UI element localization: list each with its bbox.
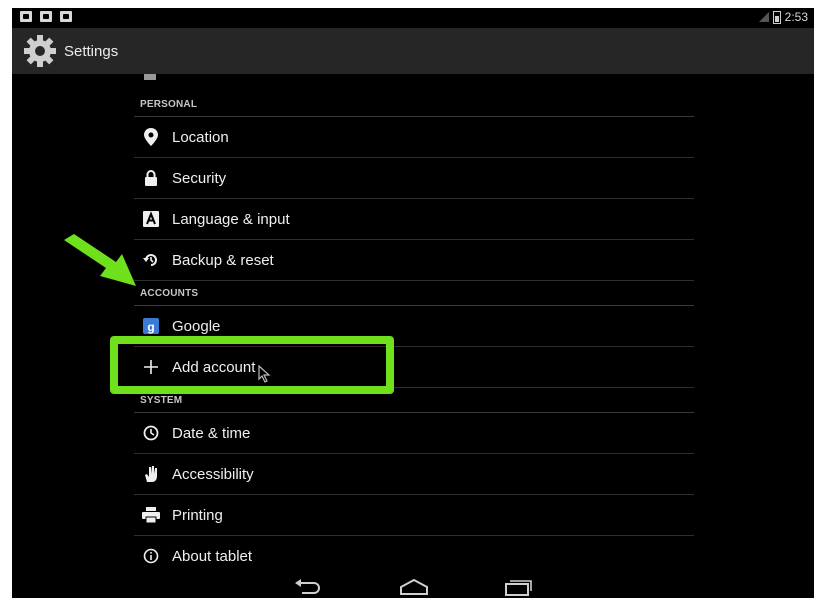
signal-icon xyxy=(758,12,769,22)
settings-item-label: Google xyxy=(172,317,221,335)
home-icon[interactable] xyxy=(398,578,430,596)
settings-item-label: Printing xyxy=(172,506,223,524)
back-icon[interactable] xyxy=(292,578,324,596)
list-item-partial[interactable] xyxy=(134,74,694,90)
settings-item-language[interactable]: Language & input xyxy=(134,199,694,240)
section-header-label: ACCOUNTS xyxy=(140,288,199,299)
settings-item-location[interactable]: Location xyxy=(134,117,694,158)
notification-store-icon xyxy=(60,11,72,22)
location-pin-icon xyxy=(142,128,160,146)
info-icon xyxy=(142,547,160,565)
tablet-screen: 2:53 Settings PERSONAL Location Security… xyxy=(12,8,814,598)
settings-item-label: Date & time xyxy=(172,424,251,442)
arrow-annotation xyxy=(60,232,140,292)
navigation-bar xyxy=(12,576,814,598)
settings-item-date-time[interactable]: Date & time xyxy=(134,413,694,454)
status-bar: 2:53 xyxy=(12,8,814,28)
settings-item-label: About tablet xyxy=(172,547,253,565)
settings-item-security[interactable]: Security xyxy=(134,158,694,199)
hand-icon xyxy=(142,465,160,483)
status-time: 2:53 xyxy=(784,10,808,24)
section-header-personal: PERSONAL xyxy=(134,90,694,117)
settings-item-backup[interactable]: Backup & reset xyxy=(134,240,694,281)
settings-list: PERSONAL Location Security Language & in… xyxy=(134,74,694,576)
google-icon: g xyxy=(142,317,160,335)
gear-icon[interactable] xyxy=(22,33,58,69)
printer-icon xyxy=(142,506,160,524)
settings-item-label: Backup & reset xyxy=(172,251,274,269)
settings-item-label: Language & input xyxy=(172,210,290,228)
screen-frame-notch xyxy=(626,0,814,8)
backup-reset-icon xyxy=(142,251,160,269)
action-bar: Settings xyxy=(12,28,814,74)
settings-item-accessibility[interactable]: Accessibility xyxy=(134,454,694,495)
settings-item-about[interactable]: About tablet xyxy=(134,536,694,576)
battery-icon xyxy=(772,10,781,24)
partial-item-icon xyxy=(144,74,156,80)
section-header-accounts: ACCOUNTS xyxy=(134,281,694,306)
recents-icon[interactable] xyxy=(502,578,534,596)
settings-item-label: Accessibility xyxy=(172,465,254,483)
status-indicators: 2:53 xyxy=(758,10,808,24)
lock-icon xyxy=(142,169,160,187)
section-header-label: PERSONAL xyxy=(140,99,198,110)
page-title[interactable]: Settings xyxy=(64,43,118,60)
section-header-label: SYSTEM xyxy=(140,395,183,406)
svg-text:g: g xyxy=(147,320,154,334)
notification-image-icon xyxy=(20,11,32,22)
notification-download-icon xyxy=(40,11,52,22)
mouse-cursor-icon xyxy=(258,364,272,383)
settings-item-label: Security xyxy=(172,169,227,187)
settings-item-label: Location xyxy=(172,128,229,146)
notification-icons xyxy=(20,11,72,22)
highlight-box xyxy=(110,336,394,394)
keyboard-icon xyxy=(142,210,160,228)
settings-item-printing[interactable]: Printing xyxy=(134,495,694,536)
clock-icon xyxy=(142,424,160,442)
